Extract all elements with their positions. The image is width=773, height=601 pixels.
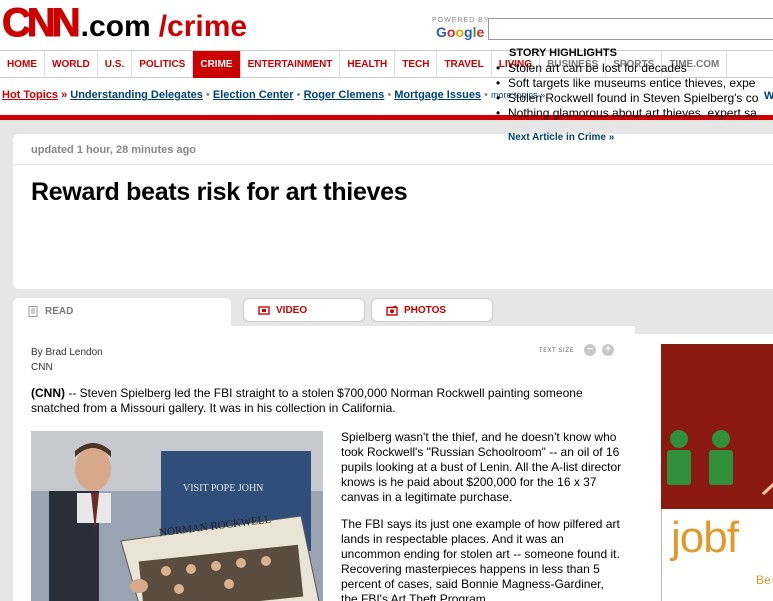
hot-topics-label[interactable]: Hot Topics bbox=[2, 89, 58, 101]
nav-item-crime[interactable]: CRIME bbox=[193, 51, 241, 78]
hot-topic-link[interactable]: Election Center bbox=[213, 89, 294, 101]
byline: By Brad Lendon bbox=[31, 347, 103, 358]
nav-item-home[interactable]: HOME bbox=[0, 51, 45, 78]
nav-item-tech[interactable]: TECH bbox=[395, 51, 438, 78]
highlight-item: Stolen art can be lost for decades bbox=[494, 61, 773, 76]
document-icon bbox=[28, 306, 38, 317]
logo-cnn-text[interactable]: CNN bbox=[2, 3, 82, 44]
google-letter: e bbox=[476, 24, 485, 40]
lede-text: -- Steven Spielberg led the FBI straight… bbox=[31, 386, 583, 415]
photo-sign-text: VISIT POPE JOHN bbox=[183, 483, 263, 494]
story-headline: Reward beats risk for art thieves bbox=[31, 178, 408, 206]
google-letter: o bbox=[455, 24, 465, 40]
nav-item-politics[interactable]: POLITICS bbox=[132, 51, 194, 78]
tab-photos[interactable]: PHOTOS bbox=[371, 298, 493, 322]
source-label: CNN bbox=[31, 362, 53, 373]
nav-item-travel[interactable]: TRAVEL bbox=[437, 51, 492, 78]
article-paragraph: The FBI says its just one example of how… bbox=[341, 517, 620, 601]
dateline: (CNN) bbox=[31, 386, 65, 400]
google-letter: G bbox=[436, 24, 447, 40]
nav-item-world[interactable]: WORLD bbox=[45, 51, 98, 78]
powered-by-label: POWERED BY bbox=[432, 17, 490, 24]
hot-topics-bar: Hot Topics » Understanding Delegates • E… bbox=[2, 89, 545, 101]
video-camera-icon bbox=[258, 306, 270, 315]
highlight-item: Nothing glamorous about art thieves, exp… bbox=[494, 106, 773, 121]
story-header-card: updated 1 hour, 28 minutes ago Reward be… bbox=[13, 134, 773, 289]
updated-timestamp: updated 1 hour, 28 minutes ago bbox=[31, 144, 197, 156]
text-size-label: TEXT SIZE bbox=[539, 347, 575, 354]
ad-banner-image[interactable] bbox=[661, 344, 773, 509]
tab-video-label: VIDEO bbox=[276, 305, 308, 316]
hot-topics-separator: » bbox=[61, 89, 68, 101]
tab-video[interactable]: VIDEO bbox=[243, 298, 365, 322]
tab-read-label: READ bbox=[45, 306, 74, 317]
hot-topic-link[interactable]: Mortgage Issues bbox=[394, 89, 481, 101]
highlight-item: Stolen Rockwell found in Steven Spielber… bbox=[494, 91, 773, 106]
site-header: CNN .com /crime POWERED BY Google bbox=[0, 0, 773, 48]
bullet-separator: • bbox=[296, 89, 301, 101]
highlight-item: Soft targets like museums entice thieves… bbox=[494, 76, 773, 91]
hot-topic-link[interactable]: Roger Clemens bbox=[304, 89, 385, 101]
nav-item-entertainment[interactable]: ENTERTAINMENT bbox=[241, 51, 341, 78]
logo-section-text[interactable]: /crime bbox=[159, 7, 247, 47]
article-body: By Brad Lendon CNN TEXT SIZE − + (CNN) -… bbox=[13, 326, 635, 601]
article-paragraph: Spielberg wasn't the thief, and he doesn… bbox=[341, 430, 622, 504]
story-highlights-list: Stolen art can be lost for decades Soft … bbox=[494, 61, 773, 121]
logo-dotcom-text[interactable]: .com bbox=[81, 7, 151, 47]
tab-read[interactable]: READ bbox=[13, 298, 231, 328]
nav-item-health[interactable]: HEALTH bbox=[340, 51, 396, 78]
divider bbox=[13, 164, 773, 165]
hot-topic-link[interactable]: Understanding Delegates bbox=[70, 89, 203, 101]
google-letter: g bbox=[464, 24, 473, 40]
ad-wordmark[interactable]: jobf bbox=[671, 513, 739, 563]
next-article-link[interactable]: Next Article in Crime » bbox=[508, 132, 614, 143]
bullet-separator: • bbox=[484, 89, 488, 101]
text-size-decrease-button[interactable]: − bbox=[584, 344, 596, 356]
cnn-logo[interactable]: CNN .com /crime bbox=[2, 3, 248, 44]
text-size-increase-button[interactable]: + bbox=[602, 344, 614, 356]
story-highlights-title: STORY HIGHLIGHTS bbox=[509, 47, 617, 59]
google-logo: Google bbox=[436, 24, 484, 40]
ad-people-graphic bbox=[661, 344, 773, 509]
camera-icon bbox=[386, 305, 398, 316]
bullet-separator: • bbox=[205, 89, 210, 101]
article-photo[interactable]: VISIT POPE JOHN NORMAN ROCKWELL bbox=[31, 431, 323, 601]
tab-photos-label: PHOTOS bbox=[404, 305, 447, 316]
ad-subtext: Be bbox=[756, 573, 771, 587]
photo-image: VISIT POPE JOHN NORMAN ROCKWELL bbox=[31, 431, 323, 601]
search-input[interactable] bbox=[488, 18, 773, 40]
bullet-separator: • bbox=[387, 89, 392, 101]
lede-paragraph: (CNN) -- Steven Spielberg led the FBI st… bbox=[31, 386, 601, 416]
nav-item-us[interactable]: U.S. bbox=[98, 51, 133, 78]
